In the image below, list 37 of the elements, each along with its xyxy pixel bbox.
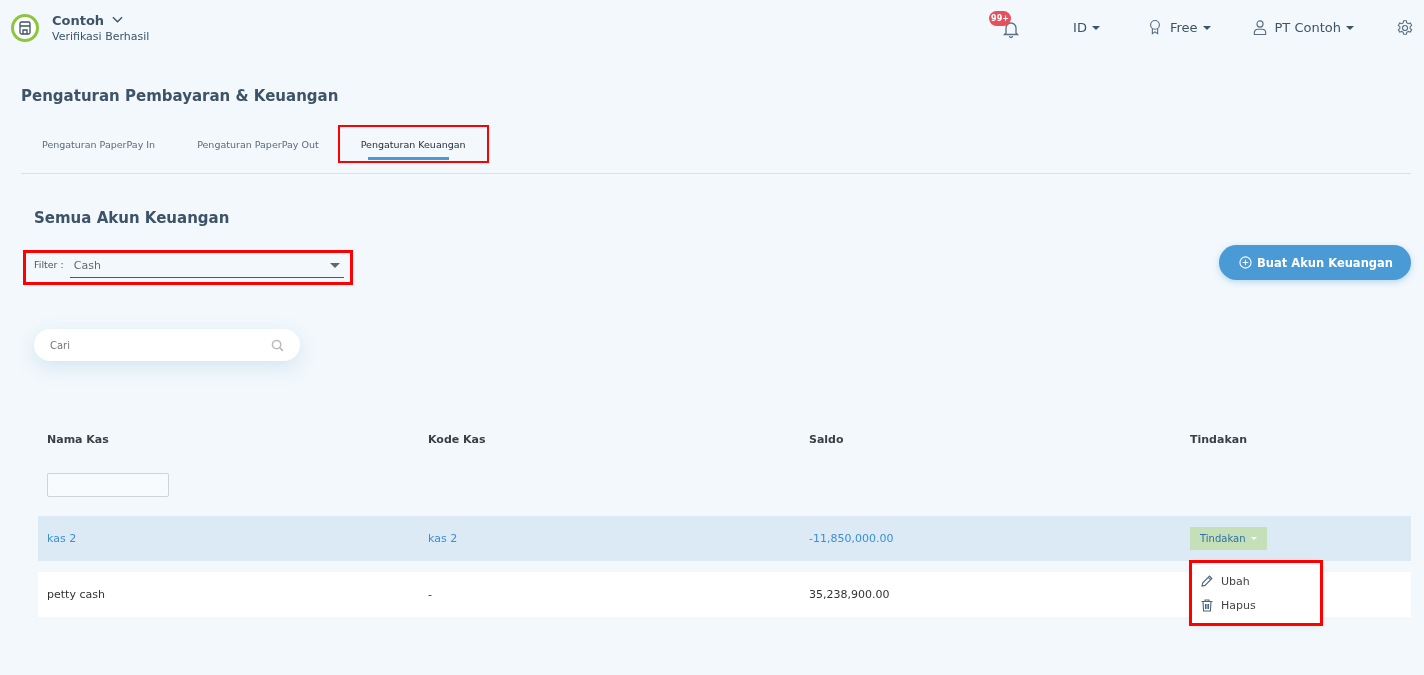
table-cell-text: kas 2 [428,532,459,545]
column-header: Tindakan [1190,433,1248,446]
search-icon [271,339,284,352]
language-dropdown[interactable]: ID [1073,20,1100,35]
column-filter-field[interactable] [47,473,169,497]
table-row[interactable]: kas 2 kas 2 -11,850,000.00 Tindakan [38,516,1411,561]
plus-circle-icon [1239,256,1253,269]
settings-icon[interactable] [1396,18,1414,37]
store-logo-icon [10,12,40,43]
user-icon [1252,19,1267,36]
company-name[interactable]: Contoh [52,12,105,28]
notification-badge: 99+ [989,10,1011,26]
table-cell-text: -11,850,000.00 [809,532,895,545]
verification-status: Verifikasi Berhasil [52,29,150,43]
tab[interactable]: Pengaturan Keuangan [339,127,487,161]
filter-dropdown[interactable]: Filter : Cash [26,253,350,282]
tab[interactable]: Pengaturan PaperPay Out [176,127,340,161]
section-title: Semua Akun Keuangan [34,209,231,227]
column-header: Saldo [809,433,845,446]
table-cell-text: 35,238,900.00 [809,588,891,601]
column-header: Kode Kas [428,433,487,446]
actions-dropdown[interactable]: Tindakan [1190,527,1268,550]
award-icon [1147,19,1162,36]
menu-item[interactable]: Ubah [1221,574,1250,588]
column-header: Nama Kas [47,433,110,446]
account-dropdown[interactable]: PT Contoh [1274,20,1354,35]
table-cell-text: kas 2 [47,532,78,545]
search-field[interactable]: Cari [34,329,300,361]
table-cell-text: petty cash [47,588,106,601]
page-title: Pengaturan Pembayaran & Keuangan [21,87,340,105]
chevron-down-icon[interactable] [112,16,124,24]
table-cell-text: - [428,588,433,601]
plan-dropdown[interactable]: Free [1169,20,1211,35]
tab[interactable]: Pengaturan PaperPay In [21,127,177,161]
trash-icon [1200,598,1214,612]
menu-item[interactable]: Hapus [1221,598,1256,612]
pencil-icon [1200,574,1214,588]
